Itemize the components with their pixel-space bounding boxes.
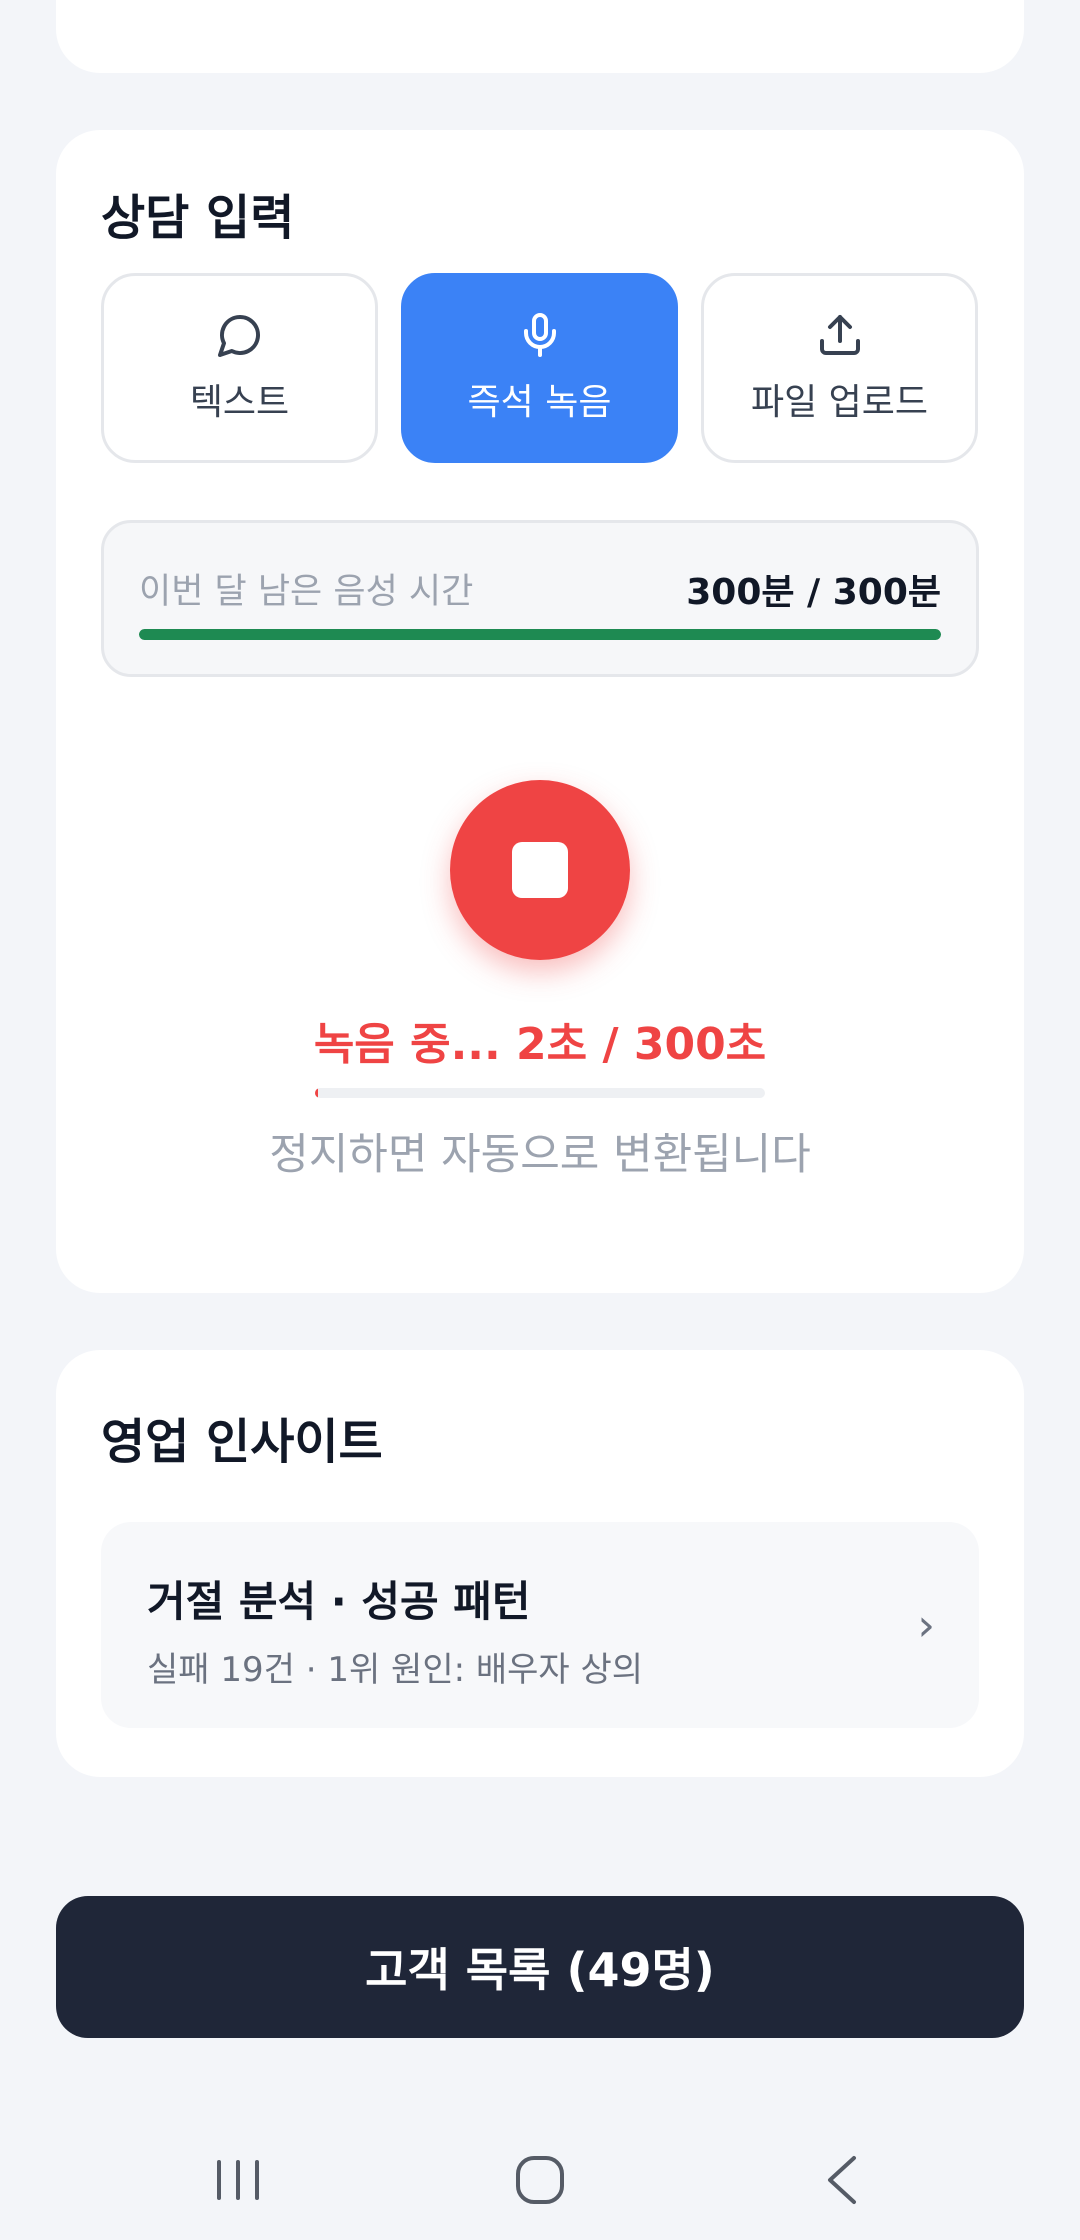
recent-apps-icon[interactable] [198,2148,278,2212]
chevron-right-icon: › [917,1600,935,1651]
upload-icon [819,315,860,355]
back-icon[interactable] [802,2148,882,2212]
mode-text-label: 텍스트 [189,382,290,423]
recording-status: 녹음 중... 2초 / 300초 [313,1019,767,1070]
stop-recording-button[interactable] [450,780,630,960]
mode-record-label: 즉석 녹음 [467,382,612,423]
insight-item-subtitle: 실패 19건 · 1위 원인: 배우자 상의 [147,1650,644,1690]
chat-bubble-icon [217,315,260,357]
system-navigation-bar [0,2120,1080,2240]
insight-item-title: 거절 분석 · 성공 패턴 [147,1577,531,1626]
quota-label: 이번 달 남은 음성 시간 [139,572,474,612]
section-title: 영업 인사이트 [101,1414,383,1470]
microphone-icon [523,313,556,357]
mode-instant-record-button[interactable]: 즉석 녹음 [401,273,678,463]
rejection-analysis-item[interactable]: 거절 분석 · 성공 패턴 실패 19건 · 1위 원인: 배우자 상의 › [101,1522,979,1728]
consultation-input-card: 상담 입력 텍스트 즉석 녹음 파일 업로드 이번 달 남은 음성 시간 300… [56,130,1024,1293]
quota-progress-fill [139,629,941,640]
mode-file-upload-button[interactable]: 파일 업로드 [701,273,978,463]
previous-card [56,0,1024,73]
section-title: 상담 입력 [101,190,295,246]
mode-upload-label: 파일 업로드 [750,382,929,423]
mode-text-button[interactable]: 텍스트 [101,273,378,463]
recording-progress-bar [315,1088,765,1098]
voice-quota-panel: 이번 달 남은 음성 시간 300분 / 300분 [101,520,979,677]
recording-progress-fill [315,1088,318,1098]
recording-hint: 정지하면 자동으로 변환됩니다 [269,1130,811,1180]
sales-insight-card: 영업 인사이트 거절 분석 · 성공 패턴 실패 19건 · 1위 원인: 배우… [56,1350,1024,1777]
customer-list-button[interactable]: 고객 목록 (49명) [56,1896,1024,2038]
quota-progress-bar [139,629,941,640]
home-icon[interactable] [500,2148,580,2212]
quota-value: 300분 / 300분 [686,572,941,613]
stop-icon [512,842,568,898]
